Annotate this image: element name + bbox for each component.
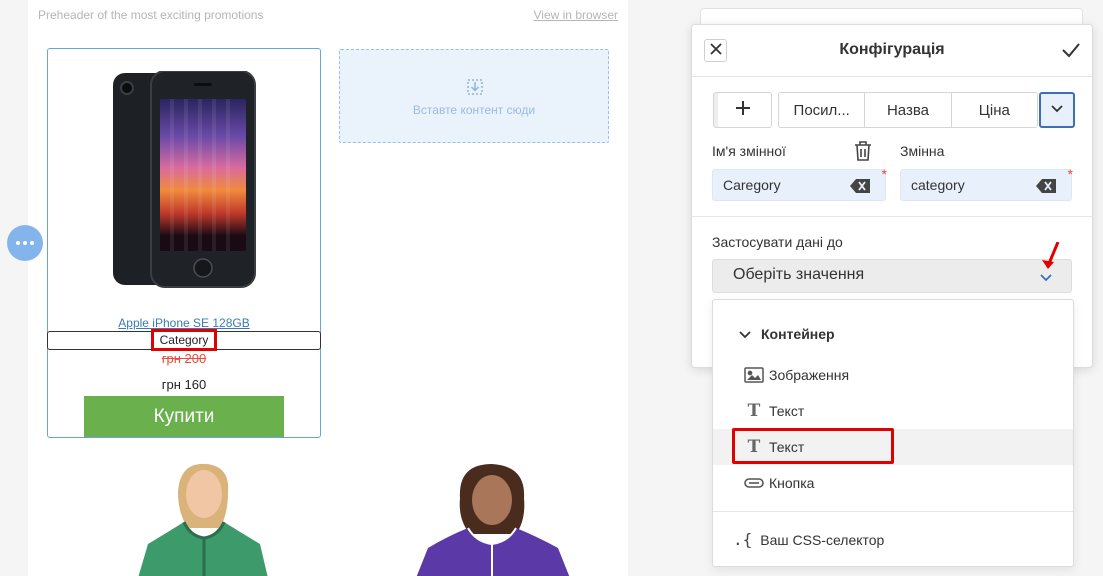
css-selector-option[interactable]: .{ Ваш CSS-селектор — [733, 530, 884, 549]
dropdown-item-text[interactable]: T Текст — [713, 393, 1073, 429]
dropdown-item-label: Кнопка — [769, 475, 815, 491]
category-text: Category — [150, 329, 218, 351]
category-text-block[interactable]: Category — [47, 329, 321, 351]
product-card[interactable]: Apple iPhone SE 128GB Category грн 200 г… — [47, 48, 321, 438]
required-marker: * — [1067, 166, 1073, 182]
email-canvas: Preheader of the most exciting promotion… — [28, 0, 628, 576]
text-icon: T — [747, 401, 761, 421]
dropdown-item-button[interactable]: Кнопка — [713, 465, 1073, 501]
product-image[interactable] — [110, 70, 260, 291]
dot-icon — [30, 241, 34, 245]
dot-icon — [23, 241, 27, 245]
dropdown-item-image[interactable]: Зображення — [713, 357, 1073, 393]
delete-variable-button[interactable] — [853, 140, 873, 167]
variable-field[interactable]: category * — [900, 166, 1073, 201]
var-name-label: Ім'я змінної — [712, 143, 786, 159]
chevron-down-icon — [1050, 101, 1064, 119]
tab-name[interactable]: Назва — [865, 93, 952, 127]
dropzone-text: Вставте контент сюди — [412, 103, 536, 117]
new-price: грн 160 — [161, 377, 207, 392]
var-name-field[interactable]: Caregory * — [712, 166, 887, 201]
tab-price[interactable]: Ціна — [952, 93, 1037, 127]
variable-label: Змінна — [900, 143, 945, 159]
product-image-jacket-purple[interactable] — [408, 464, 578, 576]
css-selector-icon: .{ — [733, 530, 753, 549]
group-label: Контейнер — [761, 326, 835, 342]
confirm-button[interactable] — [1060, 39, 1082, 66]
panel-title: Конфігурація — [839, 41, 945, 58]
divider — [713, 511, 1073, 512]
apply-target-select[interactable]: Оберіть значення — [712, 259, 1072, 293]
group-container[interactable]: Контейнер — [739, 326, 835, 342]
required-marker: * — [881, 166, 887, 182]
select-placeholder: Оберіть значення — [733, 266, 865, 283]
clear-icon[interactable] — [1036, 179, 1056, 196]
product-name-link[interactable]: Apple iPhone SE 128GB — [48, 316, 320, 330]
dot-icon — [16, 241, 20, 245]
buy-button[interactable]: Купити — [84, 396, 284, 437]
dropdown-item-label: Текст — [769, 403, 805, 419]
check-icon — [1060, 43, 1082, 65]
trash-icon — [853, 141, 873, 166]
old-price: грн 200 — [161, 351, 207, 366]
view-in-browser-link[interactable]: View in browser — [534, 8, 618, 22]
var-name-value: Caregory — [723, 177, 781, 193]
divider — [692, 216, 1092, 217]
css-selector-label: Ваш CSS-селектор — [760, 531, 885, 548]
clear-icon[interactable] — [850, 179, 870, 196]
plus-icon — [735, 100, 751, 121]
highlight-annotation — [732, 428, 894, 464]
insert-content-icon — [466, 78, 484, 99]
annotation-arrow-icon — [1040, 241, 1062, 277]
button-icon — [743, 478, 765, 488]
tabs-dropdown-button[interactable] — [1039, 92, 1075, 128]
dropdown-item-label: Зображення — [769, 367, 850, 383]
chevron-down-icon — [739, 326, 751, 342]
more-options-button[interactable] — [7, 225, 43, 261]
add-field-button[interactable] — [713, 92, 772, 128]
product-image-hoodie-green[interactable] — [128, 462, 278, 576]
panel-header: Конфігурація — [692, 25, 1092, 77]
variable-tabs: Посил... Назва Ціна — [778, 92, 1038, 128]
preheader-text: Preheader of the most exciting promotion… — [38, 8, 264, 22]
apply-data-label: Застосувати дані до — [712, 234, 843, 250]
content-dropzone[interactable]: Вставте контент сюди — [339, 49, 609, 143]
image-icon — [743, 367, 765, 383]
tab-link[interactable]: Посил... — [779, 93, 866, 127]
variable-value: category — [911, 177, 965, 193]
